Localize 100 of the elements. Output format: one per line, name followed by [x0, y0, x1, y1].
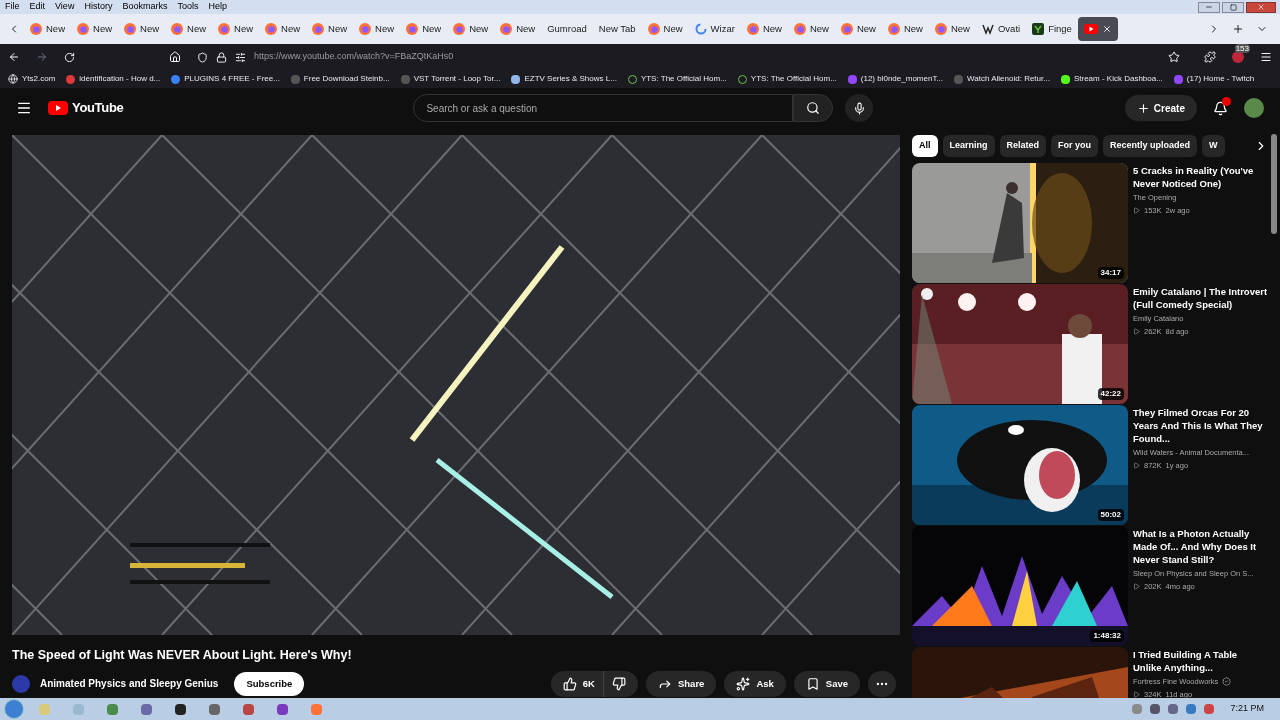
create-button[interactable]: Create	[1124, 95, 1197, 121]
browser-tab[interactable]: New	[834, 17, 882, 41]
voice-search-button[interactable]	[845, 94, 874, 122]
close-icon[interactable]	[1101, 24, 1112, 34]
tray-icon[interactable]	[1168, 704, 1179, 714]
browser-tab[interactable]: New	[740, 17, 788, 41]
share-button[interactable]: Share	[645, 670, 717, 697]
site-icon	[1032, 23, 1045, 35]
bookmark-item[interactable]: YTS: The Official Hom...	[737, 73, 837, 85]
dislike-button[interactable]	[602, 670, 638, 697]
browser-tab[interactable]: New	[928, 17, 976, 41]
extension-badge: 153	[1234, 44, 1250, 53]
menu-icon[interactable]	[1260, 51, 1272, 63]
menu-item[interactable]: Tools	[172, 0, 204, 14]
filter-chip[interactable]: W	[1202, 135, 1225, 157]
menu-item[interactable]: View	[50, 0, 80, 14]
like-icon	[562, 676, 577, 691]
like-button[interactable]: 6K	[550, 670, 603, 697]
search-button[interactable]	[793, 94, 834, 122]
browser-tab[interactable]: New	[494, 17, 542, 41]
menu-item[interactable]: Edit	[24, 0, 51, 14]
ask-button[interactable]: Ask	[724, 670, 786, 697]
browser-tab[interactable]: New	[641, 17, 689, 41]
back-icon[interactable]	[8, 51, 20, 63]
tray-icon[interactable]	[1150, 704, 1161, 714]
browser-tab[interactable]: Ovati	[975, 17, 1027, 41]
bookmark-item[interactable]: (17) Home - Twitch	[1173, 73, 1255, 85]
new-tab-icon[interactable]	[1232, 23, 1244, 35]
filter-chip[interactable]: All	[912, 135, 938, 157]
bookmark-item[interactable]: Stream - Kick Dashboa...	[1060, 73, 1163, 85]
channel-name[interactable]: Animated Physics and Sleepy Genius	[40, 676, 219, 692]
bookmark-item[interactable]: YTS: The Official Hom...	[627, 73, 727, 85]
browser-tab[interactable]: New	[118, 17, 166, 41]
video-title[interactable]: They Filmed Orcas For 20 Years And This Is What They Found...	[1133, 406, 1268, 445]
play-icon	[1133, 691, 1140, 698]
filter-chip[interactable]: Learning	[942, 135, 995, 157]
browser-icon	[77, 23, 89, 35]
home-icon[interactable]	[169, 51, 181, 63]
tray-icon[interactable]	[1132, 704, 1143, 714]
browser-icon	[746, 23, 759, 35]
bookmark-item[interactable]: PLUGINS 4 FREE - Free...	[171, 73, 280, 85]
video-title[interactable]: Emily Catalano | The Introvert (Full Comedy Special)	[1133, 285, 1268, 311]
video-title[interactable]: What Is a Photon Actually Made Of... And Why Does It Never Stand Still?	[1133, 527, 1268, 566]
avatar[interactable]	[1244, 98, 1264, 118]
filter-chip[interactable]: For you	[1051, 135, 1099, 157]
more-button[interactable]	[868, 670, 896, 697]
close-button[interactable]	[1246, 1, 1276, 13]
browser-tab[interactable]: New	[447, 17, 495, 41]
browser-tab[interactable]: New	[400, 17, 448, 41]
filter-chip[interactable]: Recently uploaded	[1103, 135, 1198, 157]
browser-icon	[647, 23, 660, 35]
notifications-icon[interactable]	[1213, 100, 1228, 116]
taskbar-app-icon[interactable]	[174, 703, 186, 715]
plus-icon	[1136, 101, 1150, 115]
bookmark-item[interactable]: Watch Alienoid: Retur...	[954, 73, 1050, 85]
browser-tab[interactable]: New	[165, 17, 213, 41]
browser-tab[interactable]: Gumroad	[541, 17, 593, 41]
filter-chip[interactable]: Related	[999, 135, 1047, 157]
menu-item[interactable]: Bookmarks	[117, 0, 173, 14]
youtube-logo-text[interactable]: YouTube	[72, 98, 124, 118]
bookmark-item[interactable]: (12) bl0nde_momenT...	[847, 73, 944, 85]
browser-tab[interactable]: New	[71, 17, 119, 41]
extensions-icon[interactable]	[1204, 51, 1216, 63]
browser-tab[interactable]: New	[787, 17, 835, 41]
restore-button[interactable]	[1222, 1, 1244, 13]
browser-tab[interactable]: Finge	[1026, 17, 1078, 41]
tray-icon[interactable]	[1204, 704, 1215, 714]
tray-icon[interactable]	[1186, 704, 1197, 714]
forward-icon[interactable]	[36, 51, 48, 63]
browser-tab[interactable]: New	[259, 17, 307, 41]
menu-icon[interactable]	[16, 100, 32, 116]
browser-tab[interactable]	[1077, 17, 1118, 41]
bookmark-item[interactable]: Yts2.com	[8, 73, 56, 85]
bookmark-item[interactable]: identification - How d...	[66, 73, 161, 85]
scrollbar-thumb[interactable]	[1271, 134, 1277, 234]
wiki-icon	[981, 23, 994, 35]
video-title[interactable]: 5 Cracks in Reality (You've Never Noticed One)	[1133, 164, 1268, 190]
bookmark-item[interactable]: VST Torrent - Loop Tor...	[400, 73, 501, 85]
play-icon	[1133, 583, 1140, 591]
start-button[interactable]	[4, 699, 24, 719]
browser-tab[interactable]: Wizar	[688, 17, 741, 41]
browser-tab[interactable]: New	[24, 17, 71, 41]
save-button[interactable]: Save	[793, 670, 860, 697]
menu-item[interactable]: History	[79, 0, 118, 14]
channel-avatar[interactable]	[12, 674, 30, 693]
browser-tab[interactable]: New	[881, 17, 929, 41]
minimize-button[interactable]	[1198, 1, 1220, 13]
browser-tab[interactable]: New Tab	[592, 17, 642, 41]
menu-item[interactable]: Help	[203, 0, 232, 14]
bookmark-item[interactable]: Free Download Steinb...	[290, 73, 390, 85]
browser-tab[interactable]: New	[353, 17, 401, 41]
twitch-icon	[1173, 74, 1183, 84]
browser-tab[interactable]: New	[306, 17, 354, 41]
bookmark-star-icon[interactable]	[1168, 51, 1180, 63]
video-title[interactable]: I Tried Building A Table Unlike Anything...	[1133, 648, 1268, 674]
menu-item[interactable]: File	[0, 0, 25, 14]
bookmark-item[interactable]: EZTV Series & Shows L...	[511, 73, 617, 85]
reload-icon[interactable]	[64, 51, 75, 63]
browser-tab[interactable]: New	[212, 17, 260, 41]
subscribe-button[interactable]: Subscribe	[234, 671, 305, 696]
